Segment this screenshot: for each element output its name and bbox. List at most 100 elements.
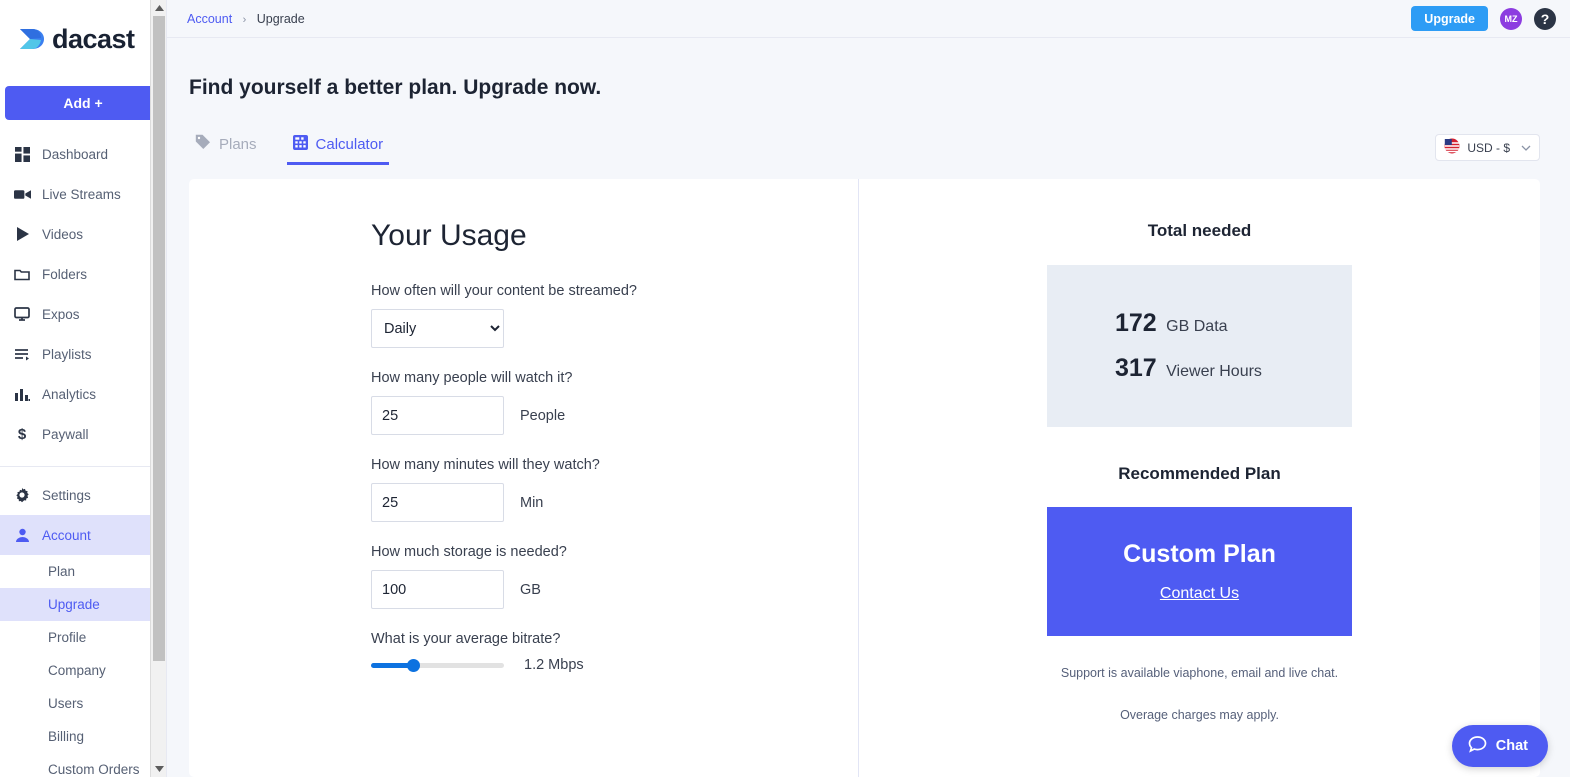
total-needed-heading: Total needed: [1147, 221, 1252, 241]
sidebar-subitem-label: Plan: [48, 564, 76, 579]
field-label: How much storage is needed?: [371, 544, 567, 561]
sidebar-subitem-custom-orders[interactable]: Custom Orders: [0, 753, 166, 777]
main-area: Account › Upgrade Upgrade MZ ? Find your…: [167, 0, 1570, 777]
summary-panel: Total needed 172 GB Data 317 Viewer Hour…: [859, 179, 1540, 777]
chat-label: Chat: [1495, 738, 1528, 754]
sidebar: dacast Add + Dashboard Live Streams Vide…: [0, 0, 167, 777]
sidebar-subnav-account: Plan Upgrade Profile Company Users Billi…: [0, 555, 166, 777]
upgrade-button[interactable]: Upgrade: [1411, 6, 1488, 31]
topbar: Account › Upgrade Upgrade MZ ?: [167, 0, 1570, 38]
sidebar-item-label: Playlists: [42, 346, 92, 362]
breadcrumb-account-link[interactable]: Account: [187, 12, 232, 26]
storage-unit: GB: [520, 581, 541, 598]
contact-us-link[interactable]: Contact Us: [1160, 585, 1239, 603]
sidebar-subitem-label: Billing: [48, 729, 85, 744]
sidebar-item-live-streams[interactable]: Live Streams: [0, 174, 166, 214]
bar-chart-icon: [10, 387, 34, 401]
people-input[interactable]: [371, 396, 504, 436]
sidebar-item-settings[interactable]: Settings: [0, 475, 166, 515]
sidebar-item-label: Settings: [42, 487, 91, 503]
sidebar-item-account[interactable]: Account: [0, 515, 166, 555]
calculator-icon: [292, 135, 308, 154]
app-root: dacast Add + Dashboard Live Streams Vide…: [0, 0, 1570, 777]
sidebar-item-expos[interactable]: Expos: [0, 294, 166, 334]
add-button[interactable]: Add +: [5, 86, 161, 120]
sidebar-item-label: Folders: [42, 266, 88, 282]
field-minutes: How many minutes will they watch? Min: [189, 457, 858, 523]
sidebar-item-paywall[interactable]: $ Paywall: [0, 414, 166, 454]
sidebar-item-label: Videos: [42, 226, 84, 242]
us-flag-icon: [1444, 138, 1460, 157]
sidebar-subitem-label: Upgrade: [48, 597, 100, 612]
dashboard-icon: [10, 146, 34, 162]
dollar-icon: $: [10, 426, 34, 442]
sidebar-item-label: Dashboard: [42, 146, 109, 162]
bitrate-value: 1.2 Mbps: [524, 657, 584, 674]
field-people: How many people will watch it? People: [189, 370, 858, 436]
calculator-card: Your Usage How often will your content b…: [189, 179, 1540, 777]
sidebar-nav-primary: Dashboard Live Streams Videos Folders Ex…: [0, 134, 166, 454]
sidebar-scrollbar[interactable]: [150, 0, 166, 777]
usage-panel: Your Usage How often will your content b…: [189, 179, 859, 777]
sidebar-item-analytics[interactable]: Analytics: [0, 374, 166, 414]
field-storage: How much storage is needed? GB: [189, 544, 858, 610]
sidebar-nav-secondary: Settings Account: [0, 475, 166, 555]
tab-plans[interactable]: Plans: [189, 134, 263, 165]
chevron-down-icon[interactable]: [1521, 142, 1531, 154]
sidebar-subitem-label: Users: [48, 696, 84, 711]
sidebar-subitem-users[interactable]: Users: [0, 687, 166, 720]
sidebar-item-playlists[interactable]: Playlists: [0, 334, 166, 374]
chat-bubble-icon: [1468, 735, 1487, 758]
sidebar-item-label: Analytics: [42, 386, 97, 402]
overage-note: Overage charges may apply.: [1120, 708, 1279, 723]
total-data-unit: GB Data: [1166, 318, 1228, 336]
sidebar-item-label: Expos: [42, 306, 80, 322]
gear-icon: [10, 487, 34, 503]
storage-input[interactable]: [371, 570, 504, 610]
sidebar-subitem-profile[interactable]: Profile: [0, 621, 166, 654]
sidebar-item-label: Live Streams: [42, 186, 121, 202]
chat-button[interactable]: Chat: [1451, 725, 1548, 767]
video-camera-icon: [10, 188, 34, 201]
svg-text:$: $: [18, 426, 27, 442]
page-title: Find yourself a better plan. Upgrade now…: [189, 76, 602, 100]
sidebar-subitem-company[interactable]: Company: [0, 654, 166, 687]
brand-logo[interactable]: dacast: [0, 0, 166, 78]
sidebar-item-label: Account: [42, 527, 91, 543]
sidebar-subitem-upgrade[interactable]: Upgrade: [0, 588, 166, 621]
recommended-plan-heading: Recommended Plan: [1118, 464, 1281, 484]
tag-icon: [195, 134, 211, 154]
field-bitrate: What is your average bitrate? 1.2 Mbps: [189, 631, 858, 674]
sidebar-subitem-label: Profile: [48, 630, 87, 645]
topbar-actions: Upgrade MZ ?: [1411, 6, 1556, 31]
field-label: What is your average bitrate?: [371, 631, 561, 648]
currency-selector[interactable]: USD - $: [1435, 134, 1540, 162]
play-icon: [10, 227, 34, 241]
scroll-down-arrow-icon[interactable]: [151, 761, 166, 777]
tab-calculator[interactable]: Calculator: [286, 135, 390, 166]
total-data-value: 172: [1115, 309, 1157, 338]
tab-label: Calculator: [315, 136, 384, 154]
field-label: How many minutes will they watch?: [371, 457, 600, 474]
person-icon: [10, 528, 34, 543]
minutes-input[interactable]: [371, 483, 504, 523]
total-data-line: 172 GB Data: [1115, 309, 1352, 338]
sidebar-item-dashboard[interactable]: Dashboard: [0, 134, 166, 174]
frequency-select[interactable]: Daily Weekly Monthly: [371, 309, 504, 349]
avatar[interactable]: MZ: [1500, 7, 1522, 30]
currency-value: USD - $: [1467, 140, 1510, 155]
bitrate-slider[interactable]: [371, 657, 504, 674]
tab-label: Plans: [219, 135, 257, 153]
scroll-up-arrow-icon[interactable]: [151, 0, 166, 16]
help-icon[interactable]: ?: [1534, 7, 1556, 30]
plan-name: Custom Plan: [1123, 540, 1276, 569]
playlist-icon: [10, 348, 34, 361]
sidebar-subitem-plan[interactable]: Plan: [0, 555, 166, 588]
sidebar-scrollbar-thumb[interactable]: [153, 16, 165, 661]
total-needed-box: 172 GB Data 317 Viewer Hours: [1047, 265, 1352, 428]
sidebar-item-folders[interactable]: Folders: [0, 254, 166, 294]
sidebar-subitem-billing[interactable]: Billing: [0, 720, 166, 753]
field-label: How many people will watch it?: [371, 370, 573, 387]
dacast-arrow-logo-icon: [16, 24, 46, 54]
sidebar-item-videos[interactable]: Videos: [0, 214, 166, 254]
